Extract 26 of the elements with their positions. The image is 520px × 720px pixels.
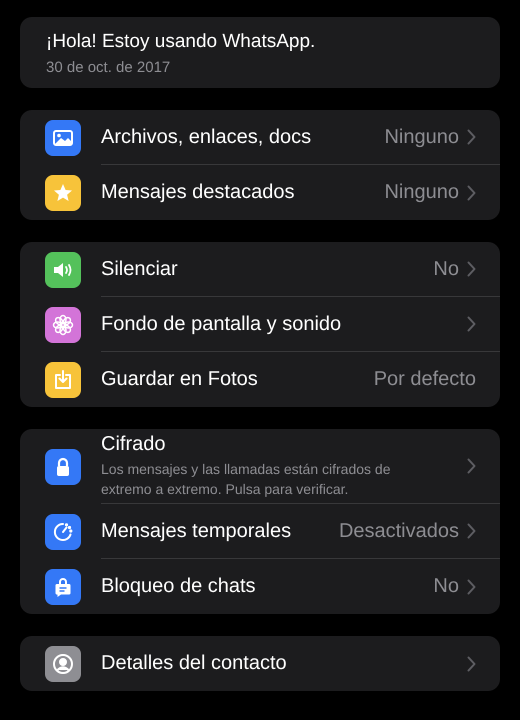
row-value: Ninguno	[384, 181, 459, 204]
row-title[interactable]: Archivos, enlaces, docs	[101, 126, 376, 148]
status-date: 30 de oct. de 2017	[46, 59, 172, 76]
row-title[interactable]: Guardar en Fotos	[101, 368, 366, 391]
row-value: Por defecto	[374, 368, 476, 391]
chevron-icon	[467, 316, 476, 332]
chevron-icon	[467, 261, 476, 277]
chevron-icon	[467, 523, 476, 539]
row-title[interactable]: Bloqueo de chats	[101, 575, 426, 598]
row-title[interactable]: Cifrado	[101, 433, 459, 456]
row-title[interactable]: Detalles del contacto	[101, 652, 459, 675]
row-title[interactable]: Mensajes destacados	[101, 181, 376, 204]
row-value: No	[433, 575, 459, 598]
row-value: No	[433, 258, 459, 280]
row-value: Ninguno	[384, 126, 459, 148]
row-value: Desactivados	[338, 520, 459, 542]
status-text: ¡Hola! Estoy usando WhatsApp.	[46, 31, 316, 53]
chevron-icon	[467, 578, 476, 594]
row-title[interactable]: Mensajes temporales	[101, 520, 331, 542]
chevron-icon	[467, 129, 476, 145]
row-title[interactable]: Fondo de pantalla y sonido	[101, 312, 459, 336]
chevron-icon	[467, 656, 476, 672]
chevron-icon	[467, 184, 476, 200]
chevron-icon	[467, 458, 476, 474]
row-subtitle: Los mensajes y las llamadas están cifrados de extremo a extremo. Pulsa para verificar.	[101, 460, 392, 499]
row-title[interactable]: Silenciar	[101, 258, 426, 280]
